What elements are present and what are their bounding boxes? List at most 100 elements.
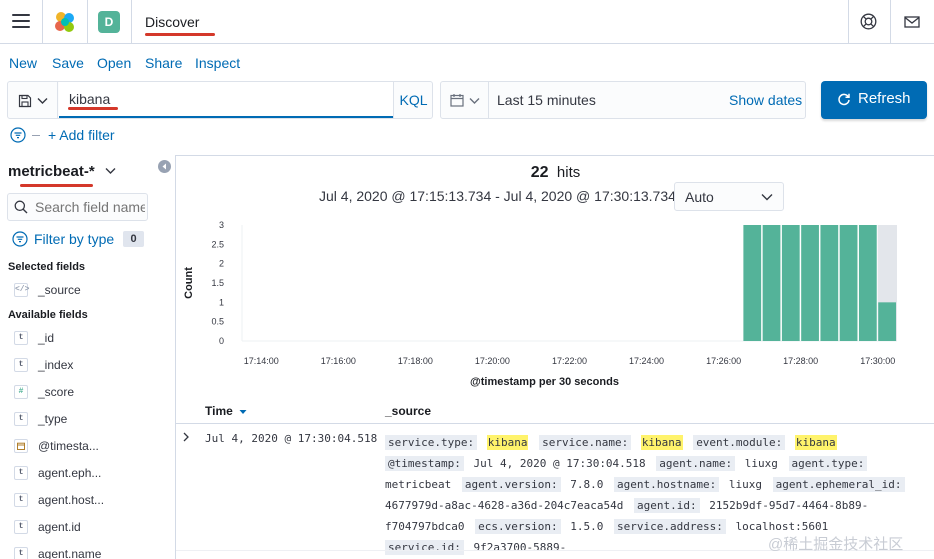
divider	[42, 0, 43, 43]
results-panel: 22 hits Jul 4, 2020 @ 17:15:13.734 - Jul…	[175, 155, 934, 559]
space-avatar[interactable]: D	[98, 11, 120, 33]
x-axis-title: @timestamp per 30 seconds	[470, 376, 619, 388]
elastic-logo-icon[interactable]	[53, 10, 77, 34]
source-field-value: liuxg	[744, 457, 778, 470]
histogram-bar	[858, 225, 877, 341]
mail-icon[interactable]	[904, 14, 920, 30]
histogram-chart: 0 0.5 1 1.5 2 2.5 3 17:14:00 17:16:00 17:18:00 17:…	[183, 220, 897, 388]
histogram-bar	[839, 225, 858, 341]
inspect-link[interactable]: Inspect	[195, 55, 240, 71]
filter-bar	[10, 127, 40, 146]
refresh-button[interactable]: Refresh	[821, 81, 927, 119]
x-tick-label: 17:18:00	[398, 356, 433, 366]
field-search-input[interactable]	[35, 194, 145, 220]
time-column-label: Time	[205, 404, 233, 418]
x-tick-label: 17:30:00	[860, 356, 895, 366]
source-field-value: kibana	[640, 435, 683, 450]
source-field-key: @timestamp:	[385, 456, 464, 471]
source-field-value: Jul 4, 2020 @ 17:30:04.518	[473, 457, 646, 470]
string-type-icon: t	[14, 547, 28, 559]
y-tick-label: 0.5	[211, 317, 224, 327]
collapse-sidebar-button[interactable]	[158, 160, 171, 173]
y-tick-label: 1	[219, 297, 224, 307]
field-name: agent.name	[38, 547, 102, 559]
annotation-underline	[145, 33, 215, 36]
histogram-bar	[801, 225, 819, 341]
interval-select[interactable]: Auto	[674, 182, 784, 211]
string-type-icon: t	[14, 331, 28, 345]
field-search	[7, 193, 148, 221]
available-fields-title: Available fields	[8, 309, 88, 321]
chevron-right-icon[interactable]	[182, 432, 190, 442]
source-field-key: agent.ephemeral_id:	[772, 477, 905, 492]
number-type-icon: #	[14, 385, 28, 399]
new-link[interactable]: New	[9, 55, 37, 71]
source-field-value: 4677979d-a8ac-4628-a36d-204c7eaca54d	[385, 499, 624, 512]
source-field-key: agent.id:	[634, 498, 700, 513]
field-name: agent.eph...	[38, 466, 102, 480]
share-link[interactable]: Share	[145, 55, 182, 71]
add-filter-button[interactable]: + Add filter	[48, 127, 115, 143]
x-tick-label: 17:22:00	[552, 356, 587, 366]
index-pattern-selector[interactable]: metricbeat-*	[8, 163, 116, 180]
chevron-down-icon	[469, 98, 480, 104]
hits-label: hits	[556, 164, 581, 181]
open-link[interactable]: Open	[97, 55, 131, 71]
field-name: _id	[38, 331, 55, 345]
source-field-value: 1.5.0	[570, 520, 604, 533]
divider	[131, 0, 132, 43]
help-icon[interactable]	[860, 13, 877, 30]
hits-counter: 22 hits	[176, 164, 934, 182]
string-type-icon: t	[14, 493, 28, 507]
x-tick-label: 17:16:00	[321, 356, 356, 366]
source-field-key: agent.type:	[788, 456, 868, 471]
source-field-value: metricbeat	[385, 478, 452, 491]
query-bar: KQL	[7, 81, 433, 119]
row-timestamp: Jul 4, 2020 @ 17:30:04.518	[205, 432, 378, 445]
histogram-bar	[878, 302, 896, 341]
calendar-icon	[450, 94, 464, 107]
source-field-key: ecs.version:	[475, 519, 561, 534]
table-header: Time _source	[176, 398, 934, 424]
x-tick-label: 17:24:00	[629, 356, 664, 366]
menu-icon[interactable]	[12, 14, 30, 28]
string-type-icon: t	[14, 466, 28, 480]
code-icon: </>	[14, 283, 29, 297]
filter-by-type-button[interactable]: Filter by type	[12, 231, 114, 247]
show-dates-link[interactable]: Show dates	[729, 92, 802, 108]
source-field-key: event.module:	[693, 435, 786, 450]
field-name: _source	[38, 283, 81, 297]
x-tick-label: 17:14:00	[244, 356, 279, 366]
watermark: @稀土掘金技术社区	[768, 536, 904, 553]
saved-query-button[interactable]	[8, 82, 58, 118]
time-range-label[interactable]: Last 15 minutes	[497, 92, 596, 108]
divider	[32, 135, 40, 136]
source-field-value: localhost:5601	[735, 520, 829, 533]
kql-button[interactable]: KQL	[393, 82, 433, 118]
save-icon	[18, 94, 32, 108]
page-title: Discover	[145, 14, 200, 30]
index-pattern-label: metricbeat-*	[8, 163, 95, 180]
filter-icon[interactable]	[10, 127, 26, 143]
filter-count-badge: 0	[123, 231, 144, 247]
field-sidebar: metricbeat-* Filter by type 0 Selected f…	[0, 155, 176, 559]
y-tick-label: 3	[219, 220, 224, 230]
save-link[interactable]: Save	[52, 55, 84, 71]
selected-fields-title: Selected fields	[8, 261, 86, 273]
histogram-bar	[743, 225, 762, 341]
quick-menu-button[interactable]	[441, 82, 489, 118]
query-input[interactable]	[59, 82, 393, 118]
source-field-key: service.type:	[385, 435, 478, 450]
source-field-key: service.address:	[613, 519, 726, 534]
source-field-value: 7.8.0	[570, 478, 604, 491]
annotation-underline	[20, 184, 93, 187]
chevron-down-icon	[105, 168, 116, 174]
sort-down-icon	[239, 410, 247, 414]
search-icon	[14, 200, 28, 214]
x-tick-label: 17:28:00	[783, 356, 818, 366]
chevron-down-icon	[37, 98, 48, 104]
y-axis-title: Count	[183, 267, 195, 299]
time-column-header[interactable]: Time	[205, 404, 247, 418]
filter-by-type-label: Filter by type	[34, 231, 115, 247]
table-row: Jul 4, 2020 @ 17:30:04.518 service.type:…	[176, 426, 934, 555]
